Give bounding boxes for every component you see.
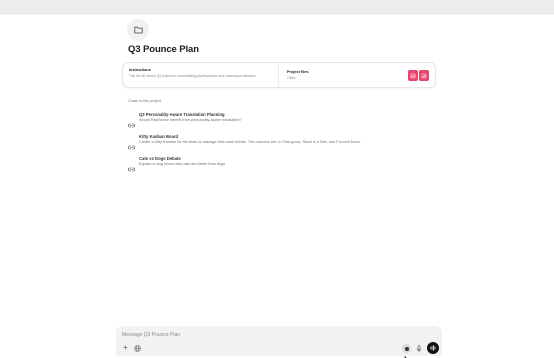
chat-subtitle: Explain to dog lovers why cats are bette…	[139, 161, 226, 166]
chat-item[interactable]: Cats vs Dogs Debate Explain to dog lover…	[128, 156, 428, 172]
plus-icon[interactable]: +	[122, 344, 129, 352]
chats-section-label: Chats in this project	[128, 99, 162, 103]
file-icon[interactable]	[419, 70, 429, 81]
project-files-count: 2 files	[287, 76, 296, 80]
project-info-card: Instructions This the ND team's Q3 proje…	[122, 62, 436, 88]
file-icon[interactable]	[408, 70, 418, 81]
project-files-panel[interactable]: Project files 2 files	[279, 63, 435, 87]
instructions-panel[interactable]: Instructions This the ND team's Q3 proje…	[123, 63, 279, 87]
folder-icon	[127, 19, 149, 41]
project-file-thumbnails	[408, 70, 429, 81]
globe-icon[interactable]	[133, 344, 141, 352]
chat-title: Q3 Personality-Aware Translation Plannin…	[139, 112, 225, 117]
mouse-cursor-icon	[404, 350, 409, 358]
chat-title: Kitty Kanban Board	[139, 134, 179, 139]
chat-link-icon	[128, 159, 135, 177]
chat-title: Cats vs Dogs Debate	[139, 156, 181, 161]
chat-item[interactable]: Kitty Kanban Board Create a Kitty Kanban…	[128, 134, 428, 150]
window-top-bar	[0, 0, 554, 14]
chat-item[interactable]: Q3 Personality-Aware Translation Plannin…	[128, 112, 428, 128]
message-input[interactable]	[122, 330, 402, 340]
chat-subtitle: Create a Kitty Kanban for the team to ma…	[139, 139, 361, 144]
mic-icon[interactable]	[415, 344, 423, 353]
chat-subtitle: Would PawSense benefit from personality-…	[139, 117, 242, 122]
voice-mode-icon[interactable]	[427, 342, 439, 354]
message-composer: +	[116, 326, 442, 356]
instructions-text: This the ND team's Q3 project for consol…	[129, 74, 257, 78]
project-title: Q3 Pounce Plan	[128, 44, 199, 55]
chat-link-icon	[128, 137, 135, 155]
chat-link-icon	[128, 115, 135, 133]
project-files-title: Project files	[287, 70, 309, 74]
instructions-title: Instructions	[129, 68, 151, 72]
